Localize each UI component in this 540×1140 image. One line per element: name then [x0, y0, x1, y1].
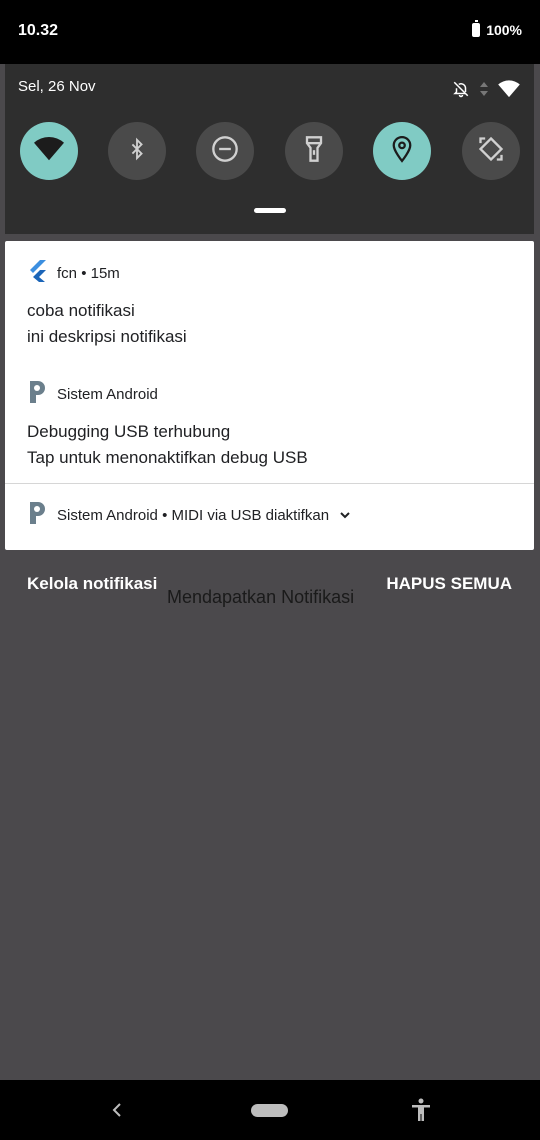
notification-divider [5, 483, 534, 484]
app-content-text: Mendapatkan Notifikasi [167, 587, 355, 607]
android-system-icon [27, 502, 47, 528]
do-not-disturb-icon [211, 135, 239, 168]
quick-tiles [20, 122, 520, 182]
notification-header: Sistem Android [27, 381, 158, 407]
auto-rotate-icon [477, 135, 505, 168]
clear-all-button[interactable]: HAPUS SEMUA [386, 574, 512, 594]
data-arrows-icon [480, 82, 488, 101]
notification-app-name: Sistem Android [57, 506, 158, 524]
qs-date[interactable]: Sel, 26 Nov [18, 78, 96, 95]
notification-summary: MIDI via USB diaktifkan [171, 506, 330, 524]
qs-expand-handle[interactable] [254, 208, 286, 213]
flashlight-icon [304, 135, 324, 168]
bluetooth-icon [126, 136, 148, 167]
auto-rotate-tile[interactable] [462, 122, 520, 180]
notification-title: coba notifikasi [27, 301, 135, 320]
home-button[interactable] [251, 1104, 288, 1117]
wifi-status-icon [498, 80, 520, 103]
flutter-icon [27, 260, 47, 286]
separator-dot: • [81, 264, 91, 282]
flashlight-tile[interactable] [285, 122, 343, 180]
notification-header: Sistem Android • MIDI via USB diaktifkan [27, 502, 351, 528]
accessibility-icon[interactable] [410, 1098, 432, 1127]
notifications-off-icon [452, 80, 470, 103]
expand-chevron-icon[interactable] [339, 507, 351, 524]
navigation-bar [0, 1080, 540, 1140]
battery-percent: 100% [486, 22, 522, 38]
android-system-icon [27, 381, 47, 407]
quick-settings-panel: Sel, 26 Nov [5, 64, 534, 234]
back-icon[interactable] [110, 1100, 124, 1125]
notification-title: Debugging USB terhubung [27, 422, 231, 441]
status-time: 10.32 [18, 22, 59, 39]
notification-panel: fcn • 15m coba notifikasi ini deskripsi … [5, 241, 534, 550]
battery-icon [472, 20, 481, 37]
status-bar: 10.32 100% [0, 0, 540, 64]
notification-body: ini deskripsi notifikasi [27, 327, 187, 346]
notification-time: 15m [90, 264, 120, 282]
notification-app-name: fcn [57, 264, 78, 282]
battery-indicator: 100% [472, 20, 522, 38]
location-icon [391, 135, 413, 168]
notification-header: fcn • 15m [27, 260, 120, 286]
wifi-icon [34, 136, 64, 167]
manage-notifications-button[interactable]: Kelola notifikasi [27, 574, 157, 594]
wifi-tile[interactable] [20, 122, 78, 180]
qs-status-icons [452, 80, 520, 103]
notification-body: Tap untuk menonaktifkan debug USB [27, 448, 308, 467]
do-not-disturb-tile[interactable] [196, 122, 254, 180]
location-tile[interactable] [373, 122, 431, 180]
bluetooth-tile[interactable] [108, 122, 166, 180]
notification-app-name: Sistem Android [57, 385, 158, 403]
